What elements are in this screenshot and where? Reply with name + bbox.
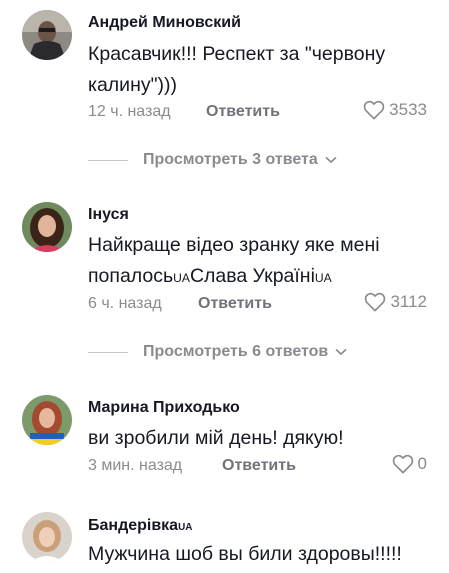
chevron-down-icon	[325, 156, 337, 164]
comment-text-part: Слава Україні	[189, 265, 315, 287]
divider-line	[88, 351, 128, 353]
like-count: 0	[417, 454, 427, 473]
comment-username[interactable]: Андрей Миновский	[88, 14, 241, 32]
heart-outline-icon	[365, 292, 386, 312]
like-count: 3533	[389, 100, 427, 119]
avatar[interactable]	[22, 512, 72, 562]
comment-username[interactable]: Інуся	[88, 206, 129, 224]
comment-text: Красавчик!!! Респект за "червону калину"…	[88, 43, 386, 96]
flag-emoji-text: UA	[314, 271, 332, 285]
comment-username[interactable]: БандерівкаUA	[88, 517, 192, 535]
comment-text: Мужчина шоб вы били здоровы!!!!!	[88, 543, 402, 565]
view-replies-button[interactable]: Просмотреть 3 ответа	[88, 151, 337, 169]
view-replies-label: Просмотреть 6 ответов	[143, 343, 329, 360]
flag-emoji-text: UA	[173, 271, 190, 285]
flag-emoji-text: UA	[178, 522, 193, 533]
reply-button[interactable]: Ответить	[198, 295, 272, 313]
comment-text: Найкраще відео зранку яке мені попалосьU…	[88, 230, 433, 294]
chevron-down-icon	[335, 348, 347, 356]
divider-line	[88, 159, 128, 161]
avatar[interactable]	[22, 202, 72, 252]
comment-timestamp: 6 ч. назад	[88, 295, 162, 312]
username-part: Бандерівка	[88, 517, 179, 534]
comment-text: ви зробили мій день! дякую!	[88, 427, 344, 449]
avatar[interactable]	[22, 10, 72, 60]
heart-outline-icon	[392, 454, 413, 474]
reply-button[interactable]: Ответить	[206, 103, 280, 121]
like-button[interactable]: 0	[392, 454, 427, 474]
like-count: 3112	[390, 292, 427, 311]
reply-button[interactable]: Ответить	[222, 457, 296, 475]
like-button[interactable]: 3112	[364, 292, 427, 312]
avatar[interactable]	[22, 395, 72, 445]
like-button[interactable]: 3533	[363, 100, 427, 120]
comment-timestamp: 3 мин. назад	[88, 457, 183, 474]
comment-timestamp: 12 ч. назад	[88, 103, 171, 120]
comment-username[interactable]: Марина Приходько	[88, 399, 240, 417]
view-replies-label: Просмотреть 3 ответа	[143, 151, 318, 168]
view-replies-button[interactable]: Просмотреть 6 ответов	[88, 343, 347, 361]
heart-outline-icon	[363, 100, 385, 120]
